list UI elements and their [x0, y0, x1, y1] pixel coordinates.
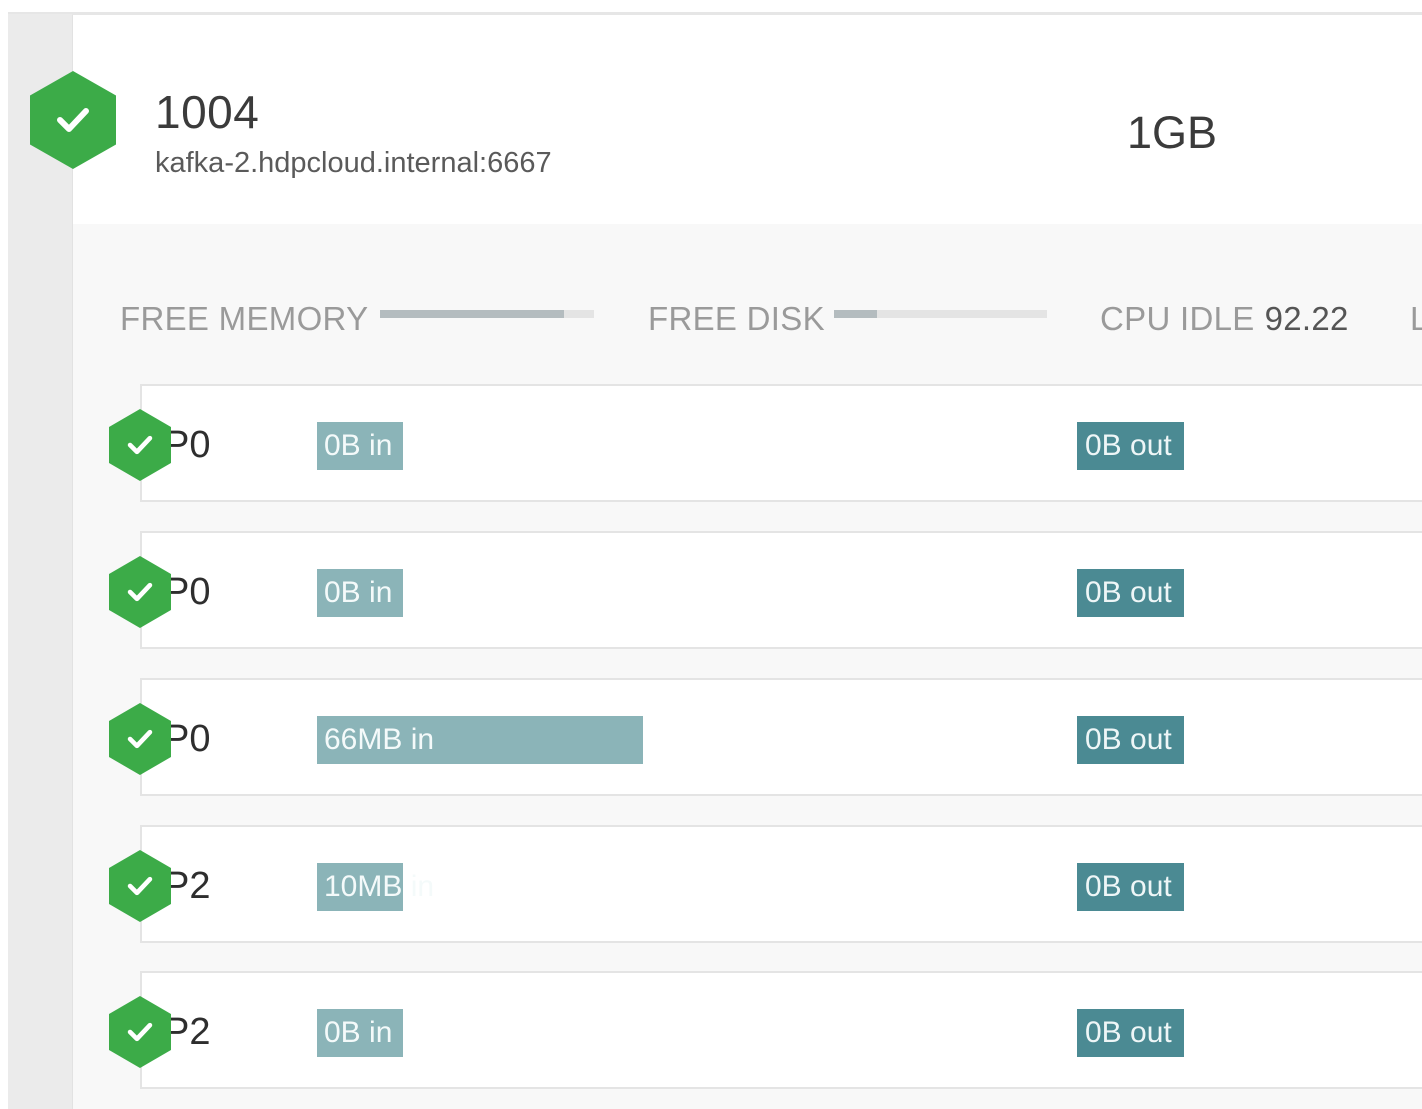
broker-id: 1004 [155, 86, 260, 138]
free-disk-bar-fill [834, 310, 877, 318]
truncated-metric-label: L [1410, 300, 1422, 337]
cpu-idle-metric: CPU IDLE 92.22 [1100, 300, 1349, 338]
partition-row[interactable]: P2 10MB in 0B out [140, 825, 1422, 943]
bytes-in-bar: 0B in [317, 422, 403, 470]
checkmark-icon [127, 582, 153, 602]
checkmark-icon [127, 729, 153, 749]
bytes-out-bar: 0B out [1077, 569, 1184, 617]
free-memory-label: FREE MEMORY [120, 300, 369, 337]
free-memory-metric: FREE MEMORY [120, 300, 368, 338]
partition-row[interactable]: P0 0B in 0B out [140, 531, 1422, 649]
bytes-out-bar: 0B out [1077, 422, 1184, 470]
broker-memory: 1GB [1127, 107, 1218, 158]
bytes-in-bar: 0B in [317, 569, 403, 617]
partition-row[interactable]: P0 66MB in 0B out [140, 678, 1422, 796]
cpu-idle-label: CPU IDLE [1100, 300, 1255, 337]
checkmark-icon [127, 876, 153, 896]
checkmark-icon [127, 1022, 153, 1042]
bytes-in-bar: 0B in [317, 1009, 403, 1057]
broker-header[interactable]: 1004 kafka-2.hdpcloud.internal:6667 1GB [73, 15, 1422, 224]
bytes-out-bar: 0B out [1077, 716, 1184, 764]
bytes-out-bar: 0B out [1077, 863, 1184, 911]
partition-row[interactable]: P2 0B in 0B out [140, 971, 1422, 1089]
free-disk-metric: FREE DISK [648, 300, 825, 338]
bytes-in-bar: 66MB in [317, 716, 643, 764]
free-memory-bar [380, 310, 594, 318]
bytes-out-bar: 0B out [1077, 1009, 1184, 1057]
partition-row[interactable]: P0 0B in 0B out [140, 384, 1422, 502]
bytes-in-bar: 10MB in [317, 863, 434, 911]
free-disk-bar [834, 310, 1047, 318]
free-disk-label: FREE DISK [648, 300, 825, 337]
free-memory-bar-fill [380, 310, 565, 318]
checkmark-icon [127, 435, 153, 455]
broker-host: kafka-2.hdpcloud.internal:6667 [155, 147, 552, 179]
cpu-idle-value: 92.22 [1264, 300, 1349, 337]
checkmark-icon [57, 108, 89, 132]
left-rail [8, 14, 72, 1109]
